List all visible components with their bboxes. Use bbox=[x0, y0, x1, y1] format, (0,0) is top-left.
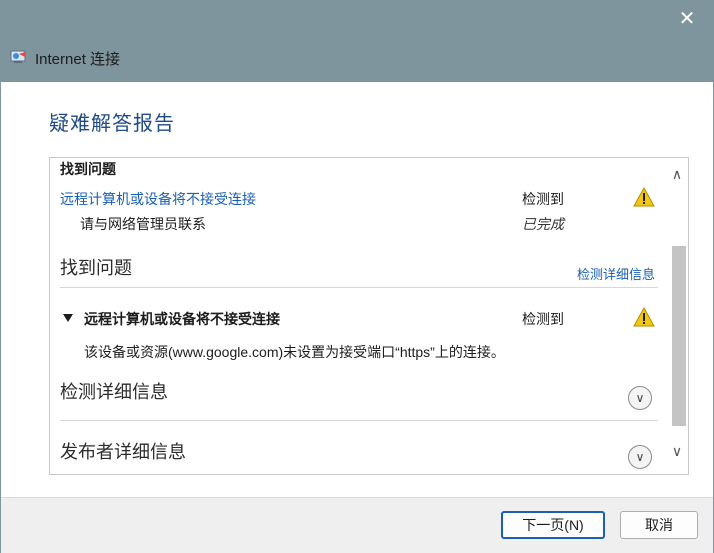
issue-title[interactable]: 远程计算机或设备将不接受连接 bbox=[84, 309, 280, 329]
divider bbox=[60, 420, 658, 421]
chevron-down-icon[interactable]: ∨ bbox=[628, 445, 652, 469]
close-button[interactable]: ✕ bbox=[674, 8, 700, 30]
footer: 下一页(N) 取消 bbox=[1, 497, 713, 553]
issues-found-title: 找到问题 bbox=[60, 258, 132, 278]
summary-issue-link[interactable]: 远程计算机或设备将不接受连接 bbox=[60, 189, 256, 209]
dialog-body: 疑难解答报告 找到问题 远程计算机或设备将不接受连接 检测到 请与网络管理员联系… bbox=[1, 82, 713, 553]
chevron-down-icon[interactable]: ∨ bbox=[628, 386, 652, 410]
divider bbox=[60, 287, 658, 288]
issue-status: 检测到 bbox=[522, 311, 564, 327]
chevron-down-icon[interactable]: ∨ bbox=[669, 443, 685, 459]
chevron-up-icon[interactable]: ∧ bbox=[669, 166, 685, 182]
network-connection-icon bbox=[10, 50, 26, 63]
title-bar: ✕ Internet 连接 bbox=[0, 0, 714, 82]
window-title: Internet 连接 bbox=[35, 51, 121, 68]
detection-details-link[interactable]: 检测详细信息 bbox=[577, 264, 655, 283]
summary-section-title: 找到问题 bbox=[60, 161, 116, 177]
scrollbar[interactable]: ∧ ∨ bbox=[668, 158, 688, 474]
page-title: 疑难解答报告 bbox=[49, 113, 175, 135]
warning-icon bbox=[633, 187, 655, 207]
summary-action-status: 已完成 bbox=[522, 216, 564, 232]
report-panel: 找到问题 远程计算机或设备将不接受连接 检测到 请与网络管理员联系 已完成 找到… bbox=[49, 157, 689, 475]
scroll-thumb[interactable] bbox=[672, 246, 686, 426]
warning-icon bbox=[633, 307, 655, 327]
summary-action-text: 请与网络管理员联系 bbox=[80, 216, 206, 232]
detection-details-section[interactable]: 检测详细信息 bbox=[60, 378, 168, 404]
close-icon: ✕ bbox=[678, 8, 696, 30]
issue-description: 该设备或资源(www.google.com)未设置为接受端口“https”上的连… bbox=[84, 344, 505, 360]
summary-issue-status: 检测到 bbox=[522, 191, 564, 207]
triangle-down-icon[interactable] bbox=[63, 314, 73, 322]
next-button[interactable]: 下一页(N) bbox=[501, 511, 605, 539]
publisher-details-section[interactable]: 发布者详细信息 bbox=[60, 438, 186, 464]
cancel-button[interactable]: 取消 bbox=[620, 511, 698, 539]
